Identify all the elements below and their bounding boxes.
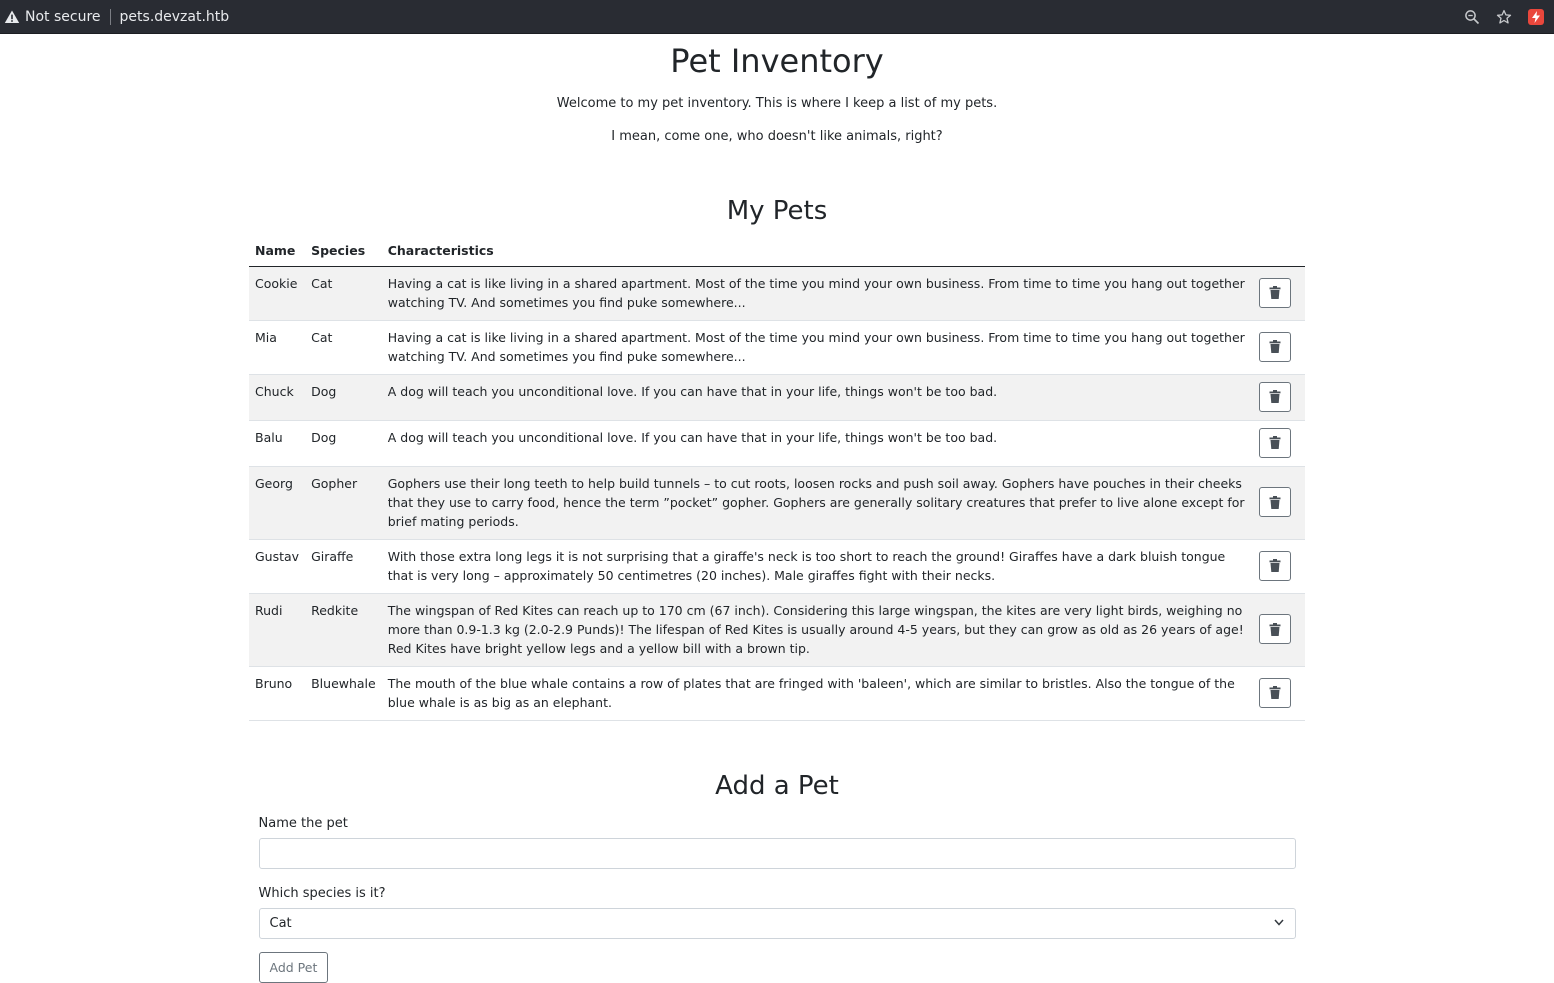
table-row: Bruno Bluewhale The mouth of the blue whal…: [249, 666, 1305, 721]
trash-icon: [1269, 622, 1281, 636]
table-row: Rudi Redkite The wingspan of Red Kites can…: [249, 593, 1305, 667]
pet-species-cell: Gopher: [305, 466, 382, 540]
pet-name-cell: Mia: [249, 320, 306, 375]
browser-address-bar: Not secure pets.devzat.htb: [0, 0, 1554, 34]
pet-name-input[interactable]: [258, 838, 1296, 870]
pet-actions-cell: [1253, 539, 1305, 594]
column-header-name: Name: [249, 238, 306, 267]
pet-name-cell: Rudi: [249, 593, 306, 667]
species-field-group: Which species is it? Cat: [258, 886, 1296, 940]
trash-icon: [1269, 686, 1281, 700]
extension-icon[interactable]: [1528, 8, 1544, 25]
delete-pet-button[interactable]: [1259, 487, 1291, 518]
browser-actions: [1456, 2, 1554, 32]
chevron-down-icon: [1273, 916, 1285, 932]
pet-characteristics-cell: A dog will teach you unconditional love.…: [381, 374, 1253, 421]
main-content: Pet Inventory Welcome to my pet inventor…: [249, 34, 1305, 983]
pet-name-cell: Balu: [249, 420, 306, 467]
intro-subtext: I mean, come one, who doesn't like anima…: [611, 128, 943, 144]
pet-characteristics-cell: The wingspan of Red Kites can reach up t…: [381, 593, 1253, 667]
pet-characteristics-cell: Having a cat is like living in a shared …: [381, 320, 1253, 375]
table-row: Gustav Giraffe With those extra long legs …: [249, 539, 1305, 594]
pet-actions-cell: [1253, 466, 1305, 540]
trash-icon: [1269, 286, 1281, 300]
pet-name-cell: Bruno: [249, 666, 306, 721]
pet-species-cell: Redkite: [305, 593, 382, 667]
column-header-characteristics: Characteristics: [381, 238, 1253, 267]
trash-icon: [1269, 495, 1281, 509]
table-row: Balu Dog A dog will teach you unconditiona…: [249, 420, 1305, 467]
pet-actions-cell: [1253, 374, 1305, 421]
table-row: Chuck Dog A dog will teach you uncondition…: [249, 374, 1305, 421]
delete-pet-button[interactable]: [1259, 550, 1291, 581]
add-pet-form: Name the pet Which species is it? Cat Ad…: [258, 816, 1296, 983]
pet-species-cell: Cat: [305, 320, 382, 375]
pet-characteristics-cell: Having a cat is like living in a shared …: [381, 266, 1253, 321]
url-text[interactable]: pets.devzat.htb: [120, 9, 230, 25]
pet-actions-cell: [1253, 266, 1305, 321]
pet-species-cell: Dog: [305, 420, 382, 467]
pet-name-cell: Gustav: [249, 539, 306, 594]
delete-pet-button[interactable]: [1259, 614, 1291, 645]
column-header-species: Species: [305, 238, 382, 267]
trash-icon: [1269, 436, 1281, 450]
species-selected-value: Cat: [269, 916, 292, 932]
add-pet-heading: Add a Pet: [715, 770, 839, 801]
pet-species-cell: Bluewhale: [305, 666, 382, 721]
table-row: Mia Cat Having a cat is like living in a s…: [249, 320, 1305, 375]
zoom-icon[interactable]: [1456, 2, 1488, 32]
pets-table: Name Species Characteristics Cookie Cat Ha…: [249, 238, 1305, 721]
pet-name-cell: Cookie: [249, 266, 306, 321]
pet-actions-cell: [1253, 593, 1305, 667]
pet-characteristics-cell: A dog will teach you unconditional love.…: [381, 420, 1253, 467]
security-status[interactable]: Not secure: [25, 9, 101, 25]
pets-table-body: Cookie Cat Having a cat is like living in …: [249, 266, 1305, 721]
trash-icon: [1269, 559, 1281, 573]
delete-pet-button[interactable]: [1259, 381, 1291, 412]
delete-pet-button[interactable]: [1259, 331, 1291, 362]
pet-name-cell: Georg: [249, 466, 306, 540]
pet-species-cell: Dog: [305, 374, 382, 421]
table-row: Georg Gopher Gophers use their long teeth …: [249, 466, 1305, 540]
species-label: Which species is it?: [258, 886, 386, 902]
pet-actions-cell: [1253, 320, 1305, 375]
table-row: Cookie Cat Having a cat is like living in …: [249, 266, 1305, 321]
warning-icon[interactable]: [4, 9, 20, 25]
delete-pet-button[interactable]: [1259, 277, 1291, 308]
species-select[interactable]: Cat: [258, 908, 1296, 940]
name-label: Name the pet: [258, 816, 348, 832]
trash-icon: [1269, 390, 1281, 404]
name-field-group: Name the pet: [258, 816, 1296, 870]
delete-pet-button[interactable]: [1259, 677, 1291, 708]
delete-pet-button[interactable]: [1259, 427, 1291, 458]
pet-actions-cell: [1253, 420, 1305, 467]
pet-species-cell: Giraffe: [305, 539, 382, 594]
pet-characteristics-cell: With those extra long legs it is not sur…: [381, 539, 1253, 594]
page-title: Pet Inventory: [670, 42, 884, 80]
pet-characteristics-cell: Gophers use their long teeth to help bui…: [381, 466, 1253, 540]
pet-name-cell: Chuck: [249, 374, 306, 421]
add-pet-button[interactable]: Add Pet: [258, 952, 329, 983]
pet-actions-cell: [1253, 666, 1305, 721]
table-header-row: Name Species Characteristics: [249, 238, 1305, 267]
pet-species-cell: Cat: [305, 266, 382, 321]
pet-characteristics-cell: The mouth of the blue whale contains a r…: [381, 666, 1253, 721]
pets-heading: My Pets: [726, 195, 828, 226]
trash-icon: [1269, 340, 1281, 354]
column-header-actions: [1253, 238, 1305, 267]
divider: [109, 8, 111, 25]
intro-text: Welcome to my pet inventory. This is whe…: [556, 96, 998, 112]
bookmark-star-icon[interactable]: [1488, 2, 1520, 32]
